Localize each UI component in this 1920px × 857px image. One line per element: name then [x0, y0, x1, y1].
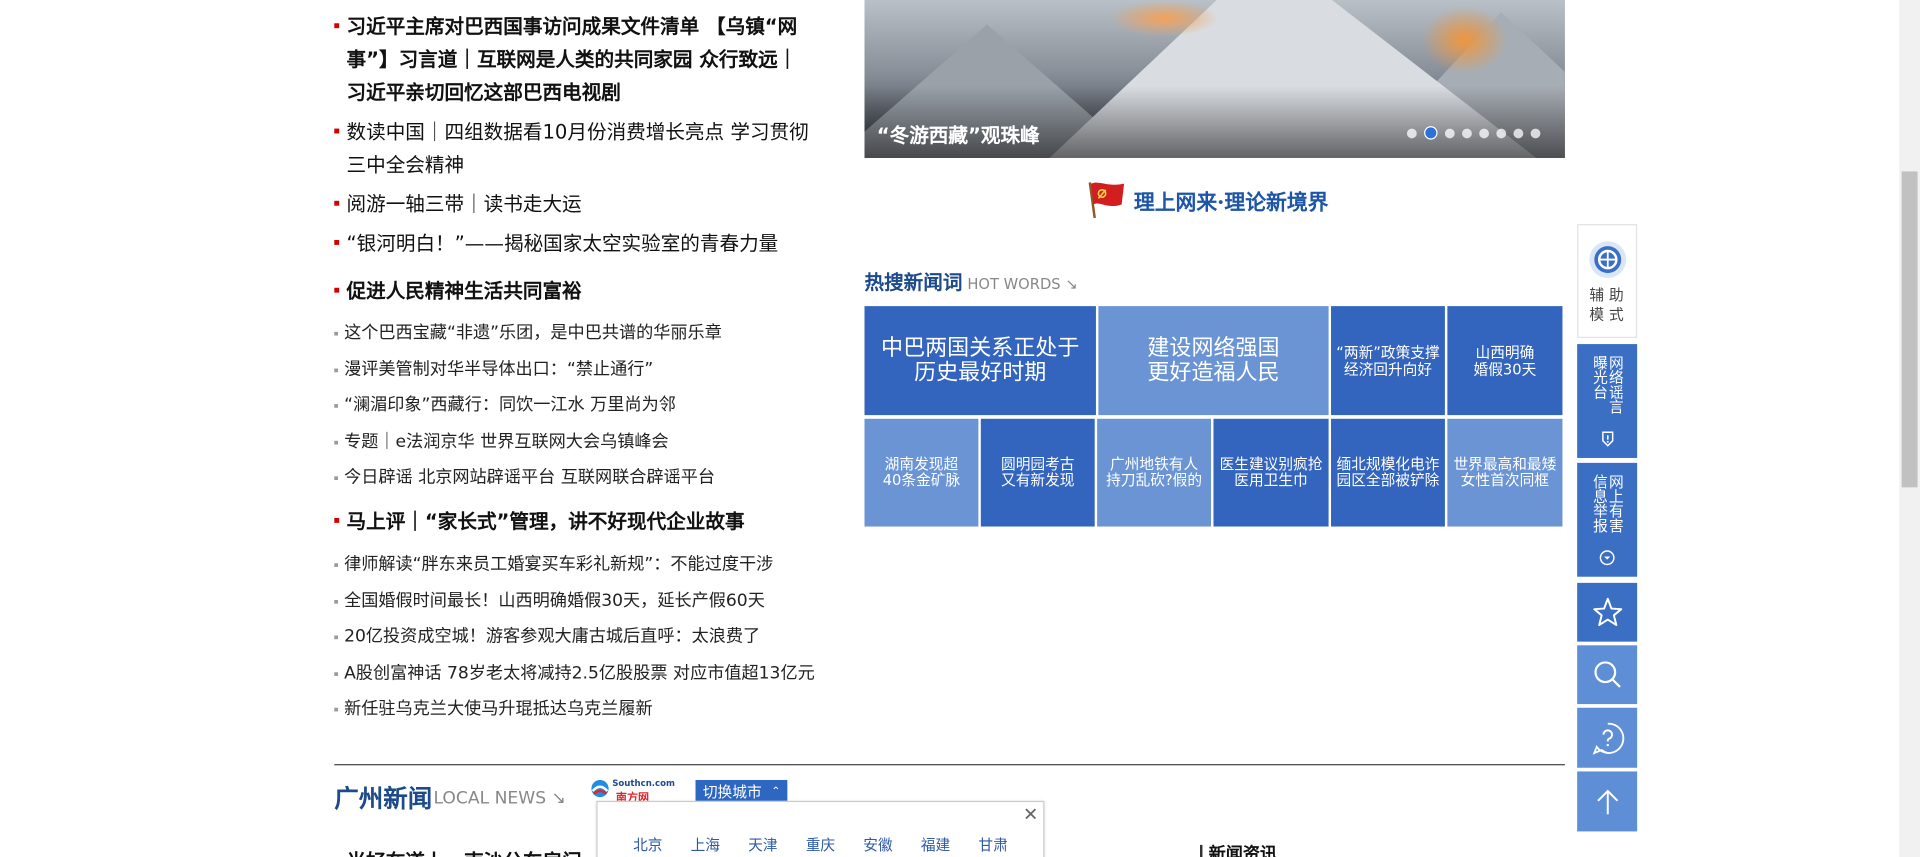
carousel-dot[interactable]	[1406, 127, 1417, 138]
help-icon	[1592, 722, 1624, 755]
carousel-dot[interactable]	[1496, 127, 1507, 138]
carousel-dot[interactable]	[1424, 126, 1438, 140]
headline-lead-line-1[interactable]: 习近平主席对巴西国事访问成果文件清单 【乌镇“网	[347, 10, 831, 43]
search-button[interactable]	[1577, 645, 1638, 705]
hot-words-subtitle: HOT WORDS	[967, 275, 1061, 293]
report-harmful-info-button[interactable]: 网上有害信息举报	[1577, 462, 1638, 577]
list-item[interactable]: 全国婚假时间最长！山西明确婚假30天，延长产假60天	[334, 589, 765, 613]
news-info-title[interactable]: 新闻资讯	[1200, 844, 1277, 857]
carousel-dot[interactable]	[1530, 127, 1541, 138]
hot-words-title: 热搜新闻词	[864, 270, 963, 294]
list-item[interactable]: 20亿投资成空城！游客参观大庸古城后直呼：太浪费了	[334, 624, 760, 648]
hot-word-tile[interactable]: 缅北规模化电诈 园区全部被铲除	[1331, 418, 1445, 527]
city-option[interactable]: 北京	[633, 834, 662, 855]
hero-sunlight	[1421, 6, 1508, 74]
city-option[interactable]: 安徽	[863, 834, 892, 855]
theory-banner[interactable]: 理上网来·理论新境界	[1085, 180, 1329, 219]
theory-banner-text[interactable]: 理上网来·理论新境界	[1134, 184, 1329, 214]
assist-icon	[1588, 240, 1626, 278]
list-item[interactable]: 专题｜e法润京华 世界互联网大会乌镇峰会	[334, 430, 669, 454]
hot-word-tile[interactable]: “两新”政策支撑 经济回升向好	[1331, 306, 1445, 416]
southcn-logo-en: Southcn.com	[612, 778, 675, 789]
report-harmful-info-label: 网上有害信息举报	[1591, 473, 1625, 533]
section-title-prosperity[interactable]: 促进人民精神生活共同富裕	[334, 278, 582, 305]
hot-word-tile[interactable]: 医生建议别疯抢 医用卫生巾	[1213, 418, 1329, 527]
chevron-down-icon	[1599, 550, 1615, 566]
list-item[interactable]: “澜湄印象”西藏行：同饮一江水 万里尚为邻	[334, 393, 676, 417]
city-option[interactable]: 上海	[691, 834, 720, 855]
help-button[interactable]	[1577, 707, 1638, 768]
city-switch-popup: ✕ 北京 上海 天津 重庆 安徽 福建 甘肃	[596, 800, 1045, 857]
hero-sunlight	[1109, 0, 1220, 37]
city-option[interactable]: 甘肃	[978, 834, 1007, 855]
list-item[interactable]: 漫评美管制对华半导体出口：“禁止通行”	[334, 358, 653, 382]
star-icon	[1592, 597, 1622, 627]
search-icon	[1593, 661, 1621, 688]
headline-consumption-line-2[interactable]: 三中全会精神	[347, 148, 831, 181]
headline-lead[interactable]: 习近平主席对巴西国事访问成果文件清单 【乌镇“网 事”】习言道｜互联网是人类的共…	[334, 10, 831, 109]
city-option[interactable]: 天津	[748, 834, 777, 855]
arrow-icon: ↘	[1065, 275, 1078, 293]
local-headline[interactable]: 光好在道上 南沙公车房门	[347, 845, 582, 857]
arrow-up-icon	[1596, 789, 1618, 814]
party-flag-icon	[1088, 182, 1125, 219]
carousel-dot[interactable]	[1513, 127, 1524, 138]
carousel-dot[interactable]	[1462, 127, 1472, 138]
hot-word-tile[interactable]: 湖南发现超 40条金矿脉	[864, 418, 979, 527]
local-news-title[interactable]: 广州新闻	[334, 779, 432, 815]
list-item[interactable]: 今日辟谣 北京网站辟谣平台 互联网联合辟谣平台	[334, 465, 715, 489]
hot-word-tile[interactable]: 中巴两国关系正处于 历史最好时期	[864, 306, 1096, 416]
headline-consumption[interactable]: 数读中国｜四组数据看10月份消费增长亮点 学习贯彻 三中全会精神	[334, 115, 831, 181]
city-option[interactable]: 福建	[921, 834, 950, 855]
list-item[interactable]: 律师解读“胖东来员工婚宴买车彩礼新规”：不能过度干涉	[334, 552, 773, 576]
hot-word-tile[interactable]: 广州地铁有人 持刀乱砍?假的	[1097, 418, 1212, 527]
hero-carousel[interactable]: “冬游西藏”观珠峰	[864, 0, 1565, 158]
section-title-commentary[interactable]: 马上评｜“家长式”管理，讲不好现代企业故事	[334, 508, 745, 535]
list-item[interactable]: 这个巴西宝藏“非遗”乐团，是中巴共谱的华丽乐章	[334, 321, 722, 345]
rumor-exposure-label: 网络谣言曝光台	[1591, 354, 1625, 414]
assist-mode-button[interactable]: 辅助 模式	[1577, 224, 1638, 338]
list-item[interactable]: A股创富神话 78岁老太将减持2.5亿股股票 对应市值超13亿元	[334, 661, 815, 685]
hot-word-tile[interactable]: 建设网络强国 更好造福人民	[1098, 306, 1329, 416]
southcn-logo-mark	[591, 780, 609, 798]
favorite-button[interactable]	[1577, 582, 1638, 642]
back-to-top-button[interactable]	[1577, 771, 1638, 832]
warning-icon	[1601, 430, 1613, 447]
headline-reading[interactable]: 阅游一轴三带｜读书走大运	[334, 187, 831, 220]
headline-lead-line-3[interactable]: 习近平亲切回忆这部巴西电视剧	[347, 76, 831, 109]
arrow-icon: ↘	[551, 788, 566, 809]
section-divider	[334, 764, 1565, 766]
headline-space-lab[interactable]: “银河明白！”——揭秘国家太空实验室的青春力量	[334, 227, 831, 260]
list-item[interactable]: 新任驻乌克兰大使马升琨抵达乌克兰履新	[334, 697, 653, 721]
carousel-dot[interactable]	[1479, 127, 1489, 138]
hot-word-tile[interactable]: 圆明园考古 又有新发现	[980, 418, 1095, 527]
scrollbar-thumb[interactable]	[1901, 171, 1918, 488]
hero-caption[interactable]: “冬游西藏”观珠峰	[877, 119, 1040, 148]
hot-words-header: 热搜新闻词 HOT WORDS ↘	[864, 266, 1077, 295]
hot-word-tile[interactable]: 世界最高和最矮 女性首次同框	[1447, 418, 1563, 527]
hot-word-tile[interactable]: 山西明确 婚假30天	[1447, 306, 1563, 416]
carousel-dots	[1406, 126, 1541, 140]
city-option[interactable]: 重庆	[806, 834, 835, 855]
headline-lead-line-2[interactable]: 事”】习言道｜互联网是人类的共同家园 众行致远｜	[347, 43, 831, 76]
carousel-dot[interactable]	[1444, 127, 1455, 138]
headline-consumption-line-1[interactable]: 数读中国｜四组数据看10月份消费增长亮点 学习贯彻	[347, 115, 831, 148]
page: 习近平主席对巴西国事访问成果文件清单 【乌镇“网 事”】习言道｜互联网是人类的共…	[0, 0, 1920, 857]
local-news-subtitle[interactable]: LOCAL NEWS ↘	[433, 789, 565, 809]
close-icon[interactable]: ✕	[1023, 803, 1038, 825]
rumor-exposure-button[interactable]: 网络谣言曝光台	[1577, 344, 1638, 458]
assist-mode-label: 辅助 模式	[1589, 285, 1624, 323]
